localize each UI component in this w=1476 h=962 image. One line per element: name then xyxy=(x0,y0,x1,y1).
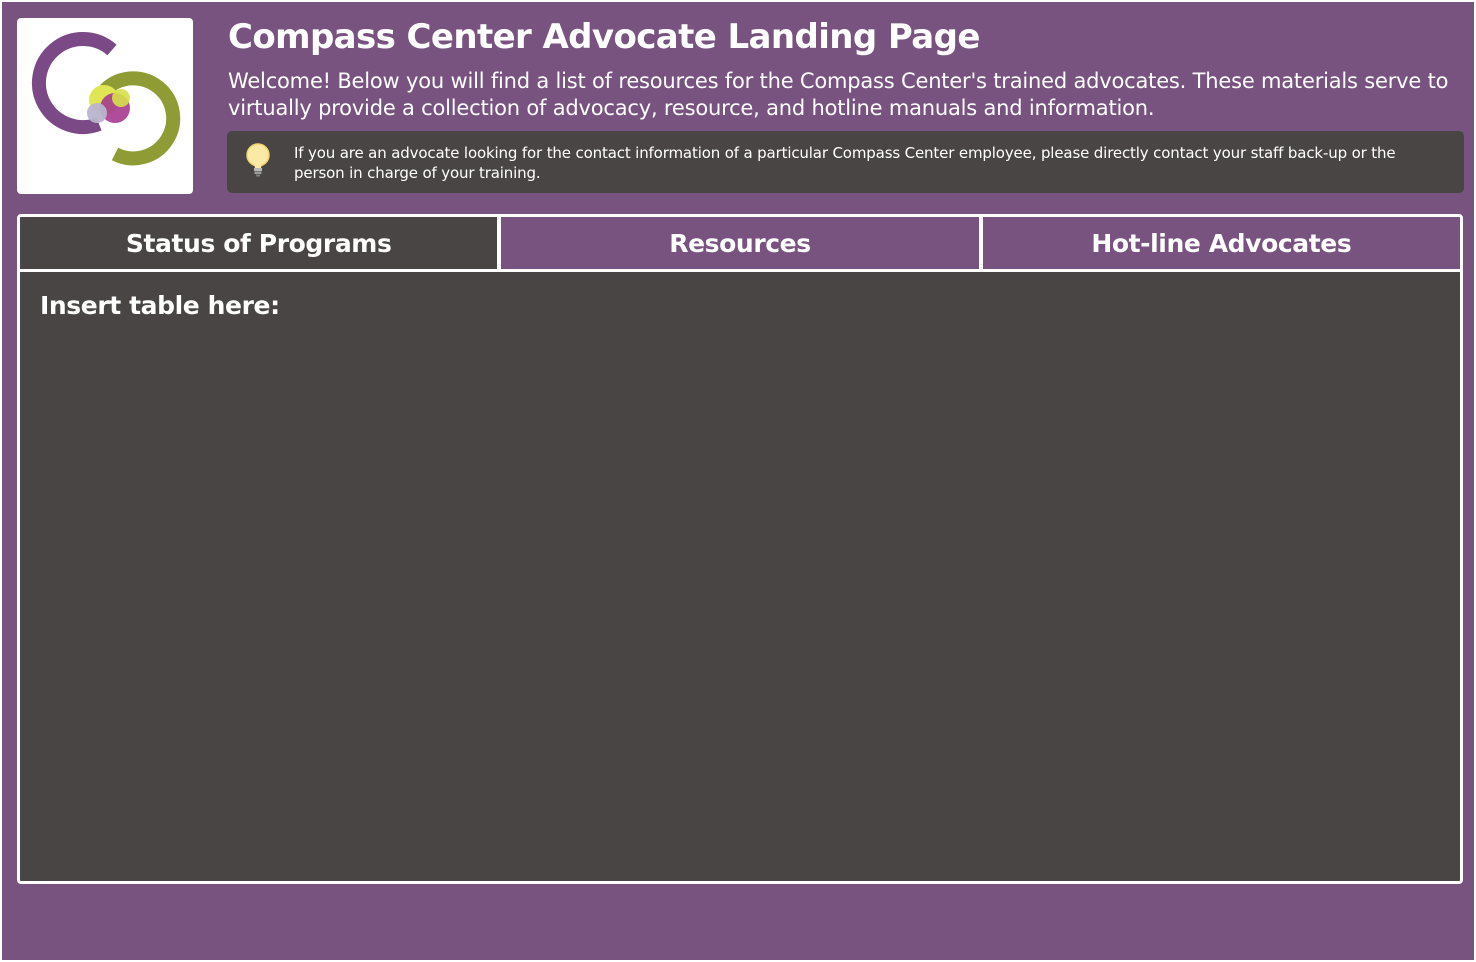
compass-center-logo xyxy=(17,18,193,194)
landing-page: Compass Center Advocate Landing Page Wel… xyxy=(2,2,1474,960)
content-panel: Status of Programs Resources Hot-line Ad… xyxy=(17,214,1463,884)
tab-resources[interactable]: Resources xyxy=(497,217,979,269)
tab-status-of-programs[interactable]: Status of Programs xyxy=(20,217,498,269)
tab-hot-line-advocates[interactable]: Hot-line Advocates xyxy=(978,217,1460,269)
tab-bar: Status of Programs Resources Hot-line Ad… xyxy=(20,217,1460,272)
info-callout: If you are an advocate looking for the c… xyxy=(227,131,1464,193)
lightbulb-icon xyxy=(243,141,273,183)
callout-text: If you are an advocate looking for the c… xyxy=(294,144,1396,182)
logo-graphic xyxy=(31,32,181,166)
welcome-text: Welcome! Below you will find a list of r… xyxy=(228,69,1449,120)
table-placeholder: Insert table here: xyxy=(40,291,280,320)
page-title: Compass Center Advocate Landing Page xyxy=(228,17,980,57)
